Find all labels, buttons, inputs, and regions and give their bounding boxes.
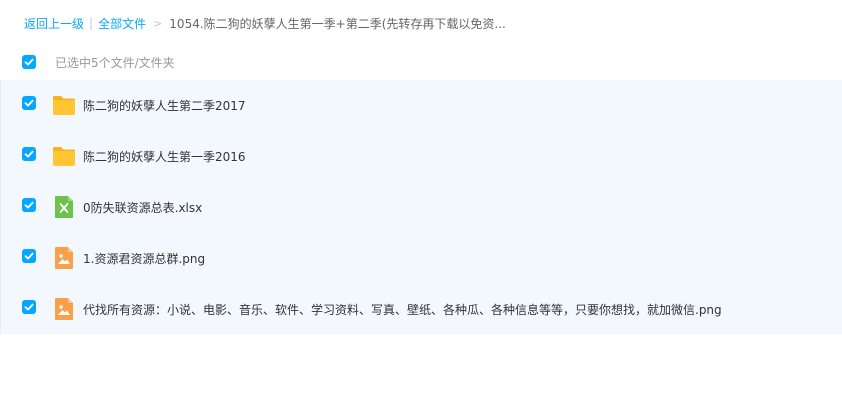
selection-count-text: 已选中5个文件/文件夹 — [55, 56, 175, 70]
row-checkbox[interactable] — [22, 300, 36, 314]
checkmark-icon — [24, 252, 34, 260]
excel-file-icon — [55, 196, 73, 218]
back-link[interactable]: 返回上一级 — [24, 15, 84, 32]
file-row[interactable]: 1.资源君资源总群.png — [1, 233, 842, 284]
file-name[interactable]: 陈二狗的妖孽人生第二季2017 — [83, 97, 246, 114]
selection-bar: 已选中5个文件/文件夹 — [0, 50, 842, 74]
select-all-checkbox[interactable] — [22, 55, 36, 69]
checkmark-icon — [24, 99, 34, 107]
file-name[interactable]: 0防失联资源总表.xlsx — [83, 199, 202, 216]
checkmark-icon — [24, 201, 34, 209]
row-checkbox[interactable] — [22, 96, 36, 110]
file-list: 陈二狗的妖孽人生第二季2017 陈二狗的妖孽人生第一季2016 0防失联资源总表… — [0, 80, 842, 334]
file-row[interactable]: 陈二狗的妖孽人生第二季2017 — [1, 80, 842, 131]
breadcrumb-separator: | — [89, 16, 94, 30]
breadcrumb-arrow: > — [153, 16, 163, 30]
file-row[interactable]: 陈二狗的妖孽人生第一季2016 — [1, 131, 842, 182]
all-files-link[interactable]: 全部文件 — [98, 15, 146, 32]
checkmark-icon — [24, 58, 34, 66]
file-name[interactable]: 陈二狗的妖孽人生第一季2016 — [83, 148, 246, 165]
file-row[interactable]: 0防失联资源总表.xlsx — [1, 182, 842, 233]
breadcrumb: 返回上一级 | 全部文件 > 1054.陈二狗的妖孽人生第一季+第二季(先转存再… — [24, 14, 506, 32]
file-row[interactable]: 代找所有资源：小说、电影、音乐、软件、学习资料、写真、壁纸、各种瓜、各种信息等等… — [1, 284, 842, 335]
file-name[interactable]: 代找所有资源：小说、电影、音乐、软件、学习资料、写真、壁纸、各种瓜、各种信息等等… — [83, 301, 722, 318]
file-name[interactable]: 1.资源君资源总群.png — [83, 250, 205, 267]
image-file-icon — [55, 298, 73, 320]
folder-icon — [53, 147, 75, 166]
row-checkbox[interactable] — [22, 198, 36, 212]
checkmark-icon — [24, 303, 34, 311]
row-checkbox[interactable] — [22, 147, 36, 161]
breadcrumb-current: 1054.陈二狗的妖孽人生第一季+第二季(先转存再下载以免资... — [169, 16, 506, 31]
folder-icon — [53, 96, 75, 115]
image-file-icon — [55, 247, 73, 269]
row-checkbox[interactable] — [22, 249, 36, 263]
checkmark-icon — [24, 150, 34, 158]
